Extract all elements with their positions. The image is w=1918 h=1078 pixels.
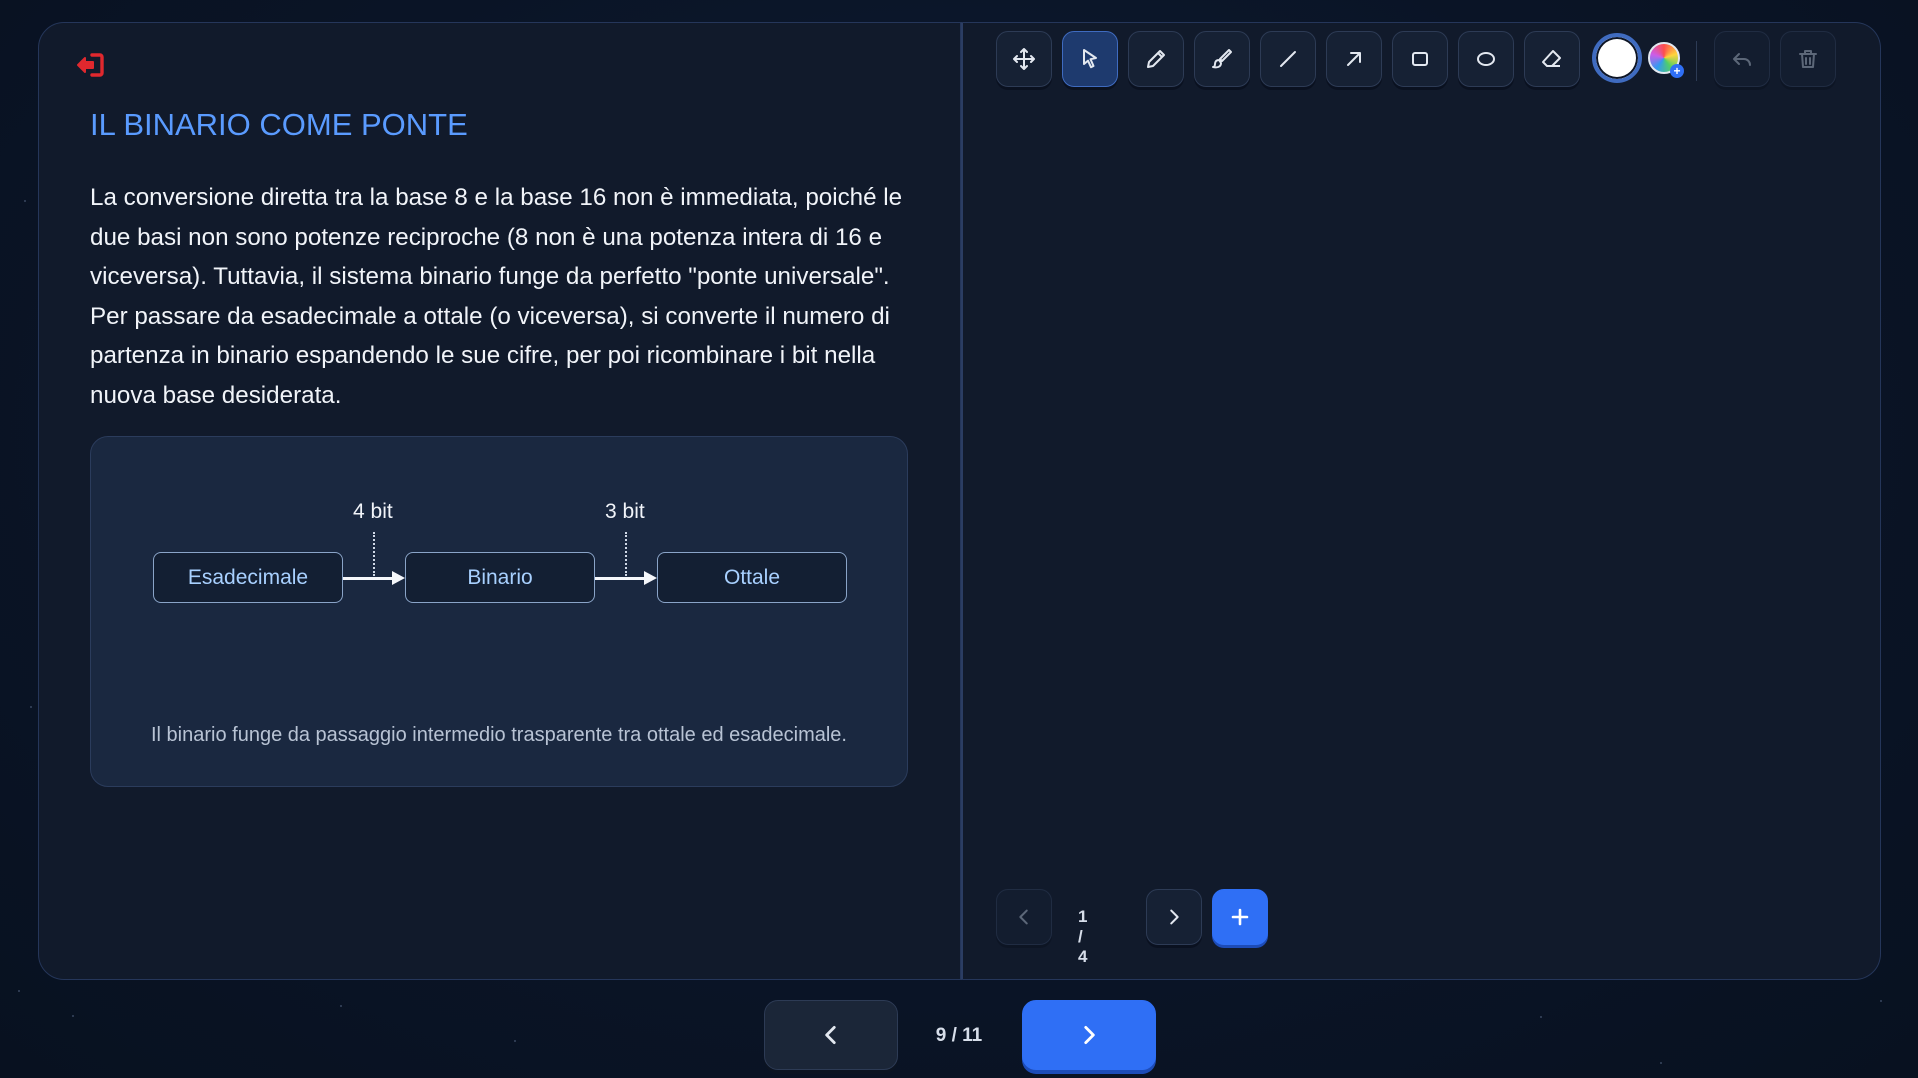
slide-title: IL BINARIO COME PONTE <box>90 107 468 142</box>
plus-icon <box>1231 908 1249 926</box>
exit-icon[interactable] <box>72 47 108 83</box>
undo-icon[interactable] <box>1714 31 1770 87</box>
connector-label: 4 bit <box>353 500 393 523</box>
arrowhead <box>644 571 657 585</box>
slide-indicator: 9 / 11 <box>935 1025 983 1046</box>
whiteboard-prev-page-button[interactable] <box>996 889 1052 945</box>
trash-icon[interactable] <box>1780 31 1836 87</box>
diagram-caption: Il binario funge da passaggio intermedio… <box>151 724 847 746</box>
slide-panel: IL BINARIO COME PONTE La conversione dir… <box>38 22 961 980</box>
current-color-swatch[interactable] <box>1592 33 1642 83</box>
background-star <box>24 200 26 202</box>
whiteboard-page-indicator: 1 / 4 <box>1078 907 1088 966</box>
add-color-icon: + <box>1670 64 1684 78</box>
line-icon[interactable] <box>1260 31 1316 87</box>
eraser-icon[interactable] <box>1524 31 1580 87</box>
node-binario: Binario <box>405 552 595 603</box>
pencil-icon[interactable] <box>1128 31 1184 87</box>
arrow-icon[interactable] <box>1326 31 1382 87</box>
next-slide-button[interactable] <box>1022 1000 1156 1070</box>
move-icon[interactable] <box>996 31 1052 87</box>
dotted-marker <box>373 532 375 576</box>
background-star <box>514 1040 516 1042</box>
node-ottale: Ottale <box>657 552 847 603</box>
ellipse-icon[interactable] <box>1458 31 1514 87</box>
color-picker-icon[interactable]: + <box>1648 42 1684 78</box>
background-star <box>72 1015 74 1017</box>
connector-line <box>343 577 393 580</box>
chevron-left-icon <box>1019 909 1028 925</box>
background-star <box>1540 1016 1542 1018</box>
arrowhead <box>392 571 405 585</box>
rectangle-icon[interactable] <box>1392 31 1448 87</box>
node-esadecimale: Esadecimale <box>153 552 343 603</box>
toolbar-divider <box>1696 41 1697 81</box>
background-star <box>1880 1000 1882 1002</box>
chevron-right-icon <box>1084 1026 1095 1044</box>
background-star <box>1660 1062 1662 1064</box>
pointer-icon[interactable] <box>1062 31 1118 87</box>
connector-label: 3 bit <box>605 500 645 523</box>
diagram-card: Esadecimale Binario Ottale 4 bit 3 bit I… <box>90 436 908 787</box>
chevron-left-icon <box>825 1026 836 1044</box>
slide-body: La conversione diretta tra la base 8 e l… <box>90 184 903 409</box>
background-star <box>18 990 20 992</box>
background-star <box>340 1005 342 1007</box>
background-star <box>30 706 32 708</box>
chevron-right-icon <box>1170 909 1179 925</box>
whiteboard-next-page-button[interactable] <box>1146 889 1202 945</box>
prev-slide-button[interactable] <box>764 1000 898 1070</box>
dotted-marker <box>625 532 627 576</box>
add-page-button[interactable] <box>1212 889 1268 945</box>
brush-icon[interactable] <box>1194 31 1250 87</box>
whiteboard-panel[interactable]: + 1 / 4 <box>961 22 1881 980</box>
connector-line <box>595 577 645 580</box>
